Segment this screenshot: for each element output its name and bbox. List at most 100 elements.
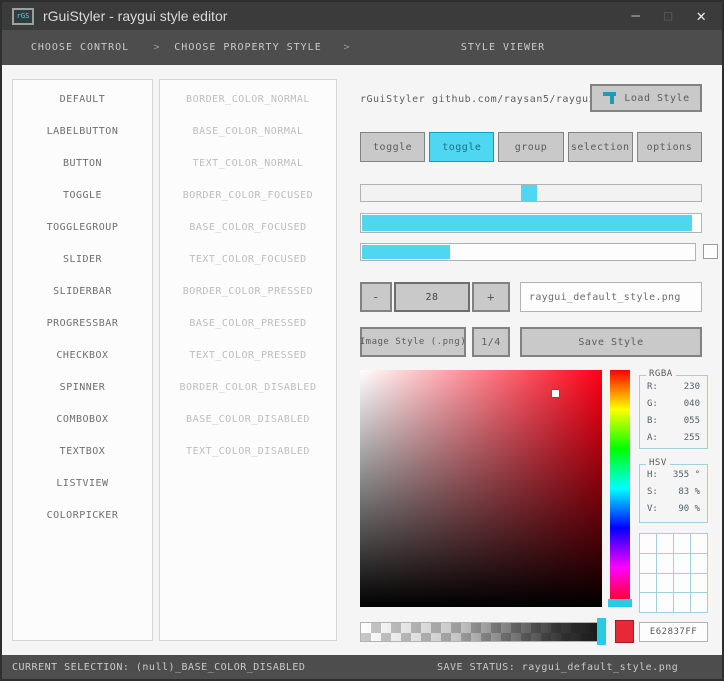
- palette-cell[interactable]: [691, 573, 708, 594]
- color-panel[interactable]: [360, 370, 602, 607]
- list-item-text-color-focused[interactable]: TEXT_COLOR_FOCUSED: [160, 243, 336, 275]
- list-item-slider[interactable]: SLIDER: [13, 243, 152, 275]
- list-item-sliderbar[interactable]: SLIDERBAR: [13, 275, 152, 307]
- palette-cell[interactable]: [674, 553, 691, 574]
- list-item-togglegroup[interactable]: TOGGLEGROUP: [13, 211, 152, 243]
- filename-textbox[interactable]: raygui_default_style.png: [520, 282, 702, 312]
- load-style-button[interactable]: Load Style: [590, 84, 702, 112]
- hsv-value-v: 90 %: [678, 504, 700, 514]
- list-item-labelbutton[interactable]: LABELBUTTON: [13, 115, 152, 147]
- list-item-border-color-focused[interactable]: BORDER_COLOR_FOCUSED: [160, 179, 336, 211]
- hex-value-textbox[interactable]: E62837FF: [639, 622, 708, 642]
- list-item-border-color-disabled[interactable]: BORDER_COLOR_DISABLED: [160, 371, 336, 403]
- section-choose-property-style: CHOOSE PROPERTY STYLE: [174, 42, 322, 53]
- rgba-value-r: 230: [683, 382, 700, 392]
- list-item-checkbox[interactable]: CHECKBOX: [13, 339, 152, 371]
- titlebar: rGS rGuiStyler - raygui style editor — □…: [2, 2, 722, 30]
- repo-link[interactable]: github.com/raysan5/raygui: [432, 94, 595, 105]
- maximize-icon[interactable]: □: [664, 9, 672, 23]
- demo-progressbar[interactable]: [360, 243, 696, 261]
- list-item-border-color-normal[interactable]: BORDER_COLOR_NORMAL: [160, 83, 336, 115]
- window-title: rGuiStyler - raygui style editor: [43, 8, 228, 24]
- list-item-text-color-pressed[interactable]: TEXT_COLOR_PRESSED: [160, 339, 336, 371]
- color-panel-cursor[interactable]: [552, 390, 559, 397]
- rgba-value-g: 040: [683, 399, 700, 409]
- alpha-bar[interactable]: [360, 622, 602, 642]
- chevron-right-icon: >: [153, 42, 161, 53]
- load-style-label: Load Style: [624, 92, 690, 104]
- alpha-gradient-overlay: [361, 623, 601, 641]
- window-controls: — □ ✕: [631, 8, 712, 24]
- controls-listview[interactable]: DEFAULT LABELBUTTON BUTTON TOGGLE TOGGLE…: [12, 79, 153, 641]
- list-item-base-color-pressed[interactable]: BASE_COLOR_PRESSED: [160, 307, 336, 339]
- hue-bar[interactable]: [610, 370, 630, 607]
- palette-cell[interactable]: [640, 593, 657, 613]
- save-status: SAVE STATUS: raygui_default_style.png: [437, 661, 679, 673]
- demo-sliderbar[interactable]: [360, 213, 702, 233]
- list-item-toggle[interactable]: TOGGLE: [13, 179, 152, 211]
- spinner-minus-button[interactable]: -: [360, 282, 392, 312]
- slider-handle[interactable]: [521, 185, 537, 201]
- hue-handle[interactable]: [608, 599, 632, 607]
- palette-cell[interactable]: [657, 553, 674, 574]
- rgba-label-a: A:: [647, 433, 658, 443]
- palette-cell[interactable]: [640, 573, 657, 594]
- palette-cell[interactable]: [691, 553, 708, 574]
- save-style-button[interactable]: Save Style: [520, 327, 702, 357]
- toggle-item-2[interactable]: group: [498, 132, 564, 162]
- palette-cell[interactable]: [657, 593, 674, 613]
- palette-cell[interactable]: [691, 534, 708, 554]
- palette-cell[interactable]: [640, 553, 657, 574]
- rgba-value-b: 055: [683, 416, 700, 426]
- list-item-colorpicker[interactable]: COLORPICKER: [13, 499, 152, 531]
- list-item-base-color-normal[interactable]: BASE_COLOR_NORMAL: [160, 115, 336, 147]
- palette-cell[interactable]: [674, 573, 691, 594]
- palette-cell[interactable]: [657, 534, 674, 554]
- list-item-spinner[interactable]: SPINNER: [13, 371, 152, 403]
- rgba-label-r: R:: [647, 382, 658, 392]
- image-style-button[interactable]: Image Style (.png): [360, 327, 466, 357]
- hsv-row-h: H: 355 °: [640, 467, 707, 484]
- minimize-icon[interactable]: —: [631, 9, 639, 23]
- ratio-button[interactable]: 1/4: [472, 327, 510, 357]
- hsv-row-v: V: 90 %: [640, 501, 707, 518]
- rgba-label-b: B:: [647, 416, 658, 426]
- demo-slider[interactable]: [360, 184, 702, 202]
- palette-cell[interactable]: [674, 534, 691, 554]
- properties-listview[interactable]: BORDER_COLOR_NORMAL BASE_COLOR_NORMAL TE…: [159, 79, 337, 641]
- list-item-text-color-normal[interactable]: TEXT_COLOR_NORMAL: [160, 147, 336, 179]
- toggle-item-4[interactable]: options: [636, 132, 703, 162]
- list-item-listview[interactable]: LISTVIEW: [13, 467, 152, 499]
- list-item-border-color-pressed[interactable]: BORDER_COLOR_PRESSED: [160, 275, 336, 307]
- toggle-item-3[interactable]: selection: [567, 132, 633, 162]
- app-window: rGS rGuiStyler - raygui style editor — □…: [0, 0, 724, 681]
- rgba-value-a: 255: [683, 433, 700, 443]
- hsv-row-s: S: 83 %: [640, 484, 707, 501]
- list-item-button[interactable]: BUTTON: [13, 147, 152, 179]
- demo-checkbox[interactable]: [703, 244, 718, 259]
- list-item-combobox[interactable]: COMBOBOX: [13, 403, 152, 435]
- palette-cell[interactable]: [691, 593, 708, 613]
- toggle-item-0[interactable]: toggle: [360, 132, 426, 162]
- hsv-groupbox: HSV H: 355 ° S: 83 % V: 90 %: [639, 458, 708, 523]
- rgba-row-r: R: 230: [640, 379, 707, 396]
- selected-color-swatch: [615, 620, 634, 643]
- hsv-title: HSV: [646, 458, 670, 468]
- list-item-base-color-focused[interactable]: BASE_COLOR_FOCUSED: [160, 211, 336, 243]
- list-item-text-color-disabled[interactable]: TEXT_COLOR_DISABLED: [160, 435, 336, 467]
- palette-cell[interactable]: [674, 593, 691, 613]
- palette-cell[interactable]: [657, 573, 674, 594]
- toggle-item-1-active[interactable]: toggle: [429, 132, 495, 162]
- palette-cell[interactable]: [640, 534, 657, 554]
- spinner-plus-button[interactable]: +: [472, 282, 510, 312]
- close-icon[interactable]: ✕: [696, 8, 706, 24]
- spinner-value[interactable]: 28: [394, 282, 470, 312]
- list-item-textbox[interactable]: TEXTBOX: [13, 435, 152, 467]
- list-item-default[interactable]: DEFAULT: [13, 83, 152, 115]
- alpha-handle[interactable]: [597, 618, 606, 645]
- toggle-group: toggle toggle group selection options: [360, 132, 703, 162]
- sliderbar-fill: [362, 215, 692, 231]
- hsv-value-h: 355 °: [672, 470, 700, 480]
- list-item-base-color-disabled[interactable]: BASE_COLOR_DISABLED: [160, 403, 336, 435]
- list-item-progressbar[interactable]: PROGRESSBAR: [13, 307, 152, 339]
